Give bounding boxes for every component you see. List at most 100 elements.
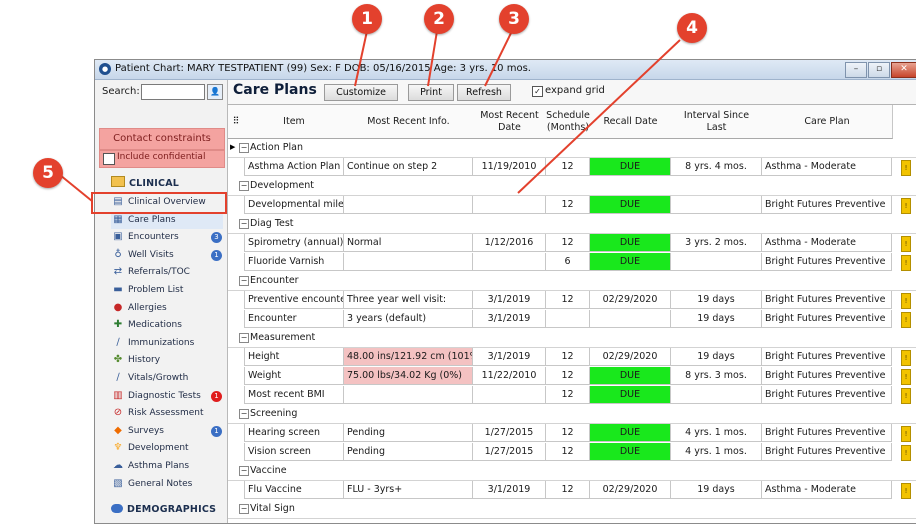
info-cell[interactable]: Continue on step 2: [344, 158, 473, 176]
print-button[interactable]: Print: [408, 84, 454, 101]
group-row-action-plan[interactable]: ▶ − Action Plan: [228, 139, 916, 158]
date-cell[interactable]: 11/19/2010: [473, 158, 546, 176]
recall-date-cell[interactable]: DUE: [590, 367, 671, 385]
schedule-cell[interactable]: 12: [546, 291, 590, 309]
sidebar-item-allergies[interactable]: ● Allergies: [111, 301, 223, 317]
customize-button[interactable]: Customize: [324, 84, 398, 101]
collapse-toggle-icon[interactable]: −: [239, 276, 249, 286]
schedule-cell[interactable]: 12: [546, 158, 590, 176]
schedule-cell[interactable]: 12: [546, 367, 590, 385]
care-plan-cell[interactable]: Bright Futures Preventive: [762, 367, 892, 385]
sidebar-item-medications[interactable]: ✚ Medications: [111, 318, 223, 334]
group-row-encounter[interactable]: − Encounter: [228, 272, 916, 291]
maximize-button[interactable]: ▫: [868, 62, 890, 78]
sidebar-item-encounters[interactable]: ▣ Encounters 3: [111, 230, 223, 246]
col-schedule-header[interactable]: Schedule (Months): [546, 105, 591, 139]
minimize-button[interactable]: –: [845, 62, 867, 78]
interval-cell[interactable]: [671, 196, 762, 214]
include-confidential-option[interactable]: Include confidential: [99, 150, 225, 168]
date-cell[interactable]: [473, 386, 546, 404]
item-cell[interactable]: Most recent BMI: [244, 386, 344, 404]
interval-cell[interactable]: 19 days: [671, 348, 762, 366]
date-cell[interactable]: [473, 253, 546, 271]
edit-care-plan-icon[interactable]: !: [901, 445, 911, 461]
recall-date-cell[interactable]: DUE: [590, 424, 671, 442]
item-cell[interactable]: Spirometry (annual): [244, 234, 344, 252]
item-cell[interactable]: Hearing screen: [244, 424, 344, 442]
collapse-toggle-icon[interactable]: −: [239, 504, 249, 514]
item-cell[interactable]: Preventive encounte: [244, 291, 344, 309]
title-bar[interactable]: ● Patient Chart: MARY TESTPATIENT (99) S…: [95, 60, 916, 80]
group-row-vaccine[interactable]: − Vaccine: [228, 462, 916, 481]
care-plan-cell[interactable]: Bright Futures Preventive: [762, 443, 892, 461]
expand-grid-checkbox[interactable]: ✓: [532, 86, 543, 97]
sidebar-item-general-notes[interactable]: ▧ General Notes: [111, 477, 223, 493]
edit-care-plan-icon[interactable]: !: [901, 198, 911, 214]
sidebar-item-problem-list[interactable]: ▬ Problem List: [111, 283, 223, 299]
edit-care-plan-icon[interactable]: !: [901, 483, 911, 499]
date-cell[interactable]: 3/1/2019: [473, 310, 546, 328]
sidebar-item-history[interactable]: ✤ History: [111, 353, 223, 369]
collapse-toggle-icon[interactable]: −: [239, 219, 249, 229]
care-plan-cell[interactable]: Bright Futures Preventive: [762, 310, 892, 328]
sidebar-item-development[interactable]: ♆ Development: [111, 441, 223, 457]
recall-date-cell[interactable]: DUE: [590, 443, 671, 461]
date-cell[interactable]: 3/1/2019: [473, 348, 546, 366]
interval-cell[interactable]: [671, 253, 762, 271]
info-cell[interactable]: 3 years (default): [344, 310, 473, 328]
item-cell[interactable]: Developmental mile: [244, 196, 344, 214]
recall-date-cell[interactable]: DUE: [590, 253, 671, 271]
edit-care-plan-icon[interactable]: !: [901, 388, 911, 404]
schedule-cell[interactable]: [546, 310, 590, 328]
care-plan-cell[interactable]: Bright Futures Preventive: [762, 196, 892, 214]
interval-cell[interactable]: 8 yrs. 3 mos.: [671, 367, 762, 385]
info-cell[interactable]: 48.00 ins/121.92 cm (101%): [344, 348, 473, 366]
date-cell[interactable]: [473, 196, 546, 214]
sidebar-item-care-plans[interactable]: ▦ Care Plans: [111, 212, 223, 229]
edit-care-plan-icon[interactable]: !: [901, 255, 911, 271]
info-cell[interactable]: [344, 253, 473, 271]
interval-cell[interactable]: 8 yrs. 4 mos.: [671, 158, 762, 176]
item-cell[interactable]: Height: [244, 348, 344, 366]
sidebar-item-referrals-toc[interactable]: ⇄ Referrals/TOC: [111, 265, 223, 281]
info-cell[interactable]: Pending: [344, 424, 473, 442]
collapse-toggle-icon[interactable]: −: [239, 333, 249, 343]
item-cell[interactable]: Encounter: [244, 310, 344, 328]
recall-date-cell[interactable]: DUE: [590, 196, 671, 214]
sidebar-item-asthma-plans[interactable]: ☁ Asthma Plans: [111, 459, 223, 475]
care-plan-cell[interactable]: Bright Futures Preventive: [762, 424, 892, 442]
info-cell[interactable]: [344, 196, 473, 214]
sidebar-item-surveys[interactable]: ◆ Surveys 1: [111, 424, 223, 440]
date-cell[interactable]: 11/22/2010: [473, 367, 546, 385]
col-recall-date-header[interactable]: Recall Date: [590, 105, 672, 139]
contact-constraints-button[interactable]: Contact constraints: [99, 128, 225, 150]
item-cell[interactable]: Weight: [244, 367, 344, 385]
info-cell[interactable]: FLU - 3yrs+: [344, 481, 473, 499]
sidebar-item-vitals-growth[interactable]: ∕ Vitals/Growth: [111, 371, 223, 387]
care-plan-cell[interactable]: Asthma - Moderate: [762, 158, 892, 176]
item-cell[interactable]: Asthma Action Plan: [244, 158, 344, 176]
schedule-cell[interactable]: 12: [546, 481, 590, 499]
group-row-development[interactable]: − Development: [228, 177, 916, 196]
edit-care-plan-icon[interactable]: !: [901, 293, 911, 309]
sidebar-item-diagnostic-tests[interactable]: ▥ Diagnostic Tests 1: [111, 389, 223, 405]
col-care-plan-header[interactable]: Care Plan: [762, 105, 893, 139]
interval-cell[interactable]: 19 days: [671, 481, 762, 499]
sidebar-item-risk-assessment[interactable]: ⊘ Risk Assessment: [111, 406, 223, 422]
care-plan-cell[interactable]: Bright Futures Preventive: [762, 386, 892, 404]
info-cell[interactable]: [344, 386, 473, 404]
schedule-cell[interactable]: 12: [546, 348, 590, 366]
col-most-recent-date-header[interactable]: Most Recent Date: [473, 105, 547, 139]
edit-care-plan-icon[interactable]: !: [901, 236, 911, 252]
info-cell[interactable]: Normal: [344, 234, 473, 252]
item-cell[interactable]: Vision screen: [244, 443, 344, 461]
info-cell[interactable]: Pending: [344, 443, 473, 461]
recall-date-cell[interactable]: [590, 310, 671, 328]
recall-date-cell[interactable]: DUE: [590, 386, 671, 404]
recall-date-cell[interactable]: DUE: [590, 234, 671, 252]
item-cell[interactable]: Fluoride Varnish: [244, 253, 344, 271]
date-cell[interactable]: 1/27/2015: [473, 424, 546, 442]
patient-search-icon[interactable]: 👤: [207, 84, 223, 100]
schedule-cell[interactable]: 6: [546, 253, 590, 271]
sidebar-item-immunizations[interactable]: ∕ Immunizations: [111, 336, 223, 352]
